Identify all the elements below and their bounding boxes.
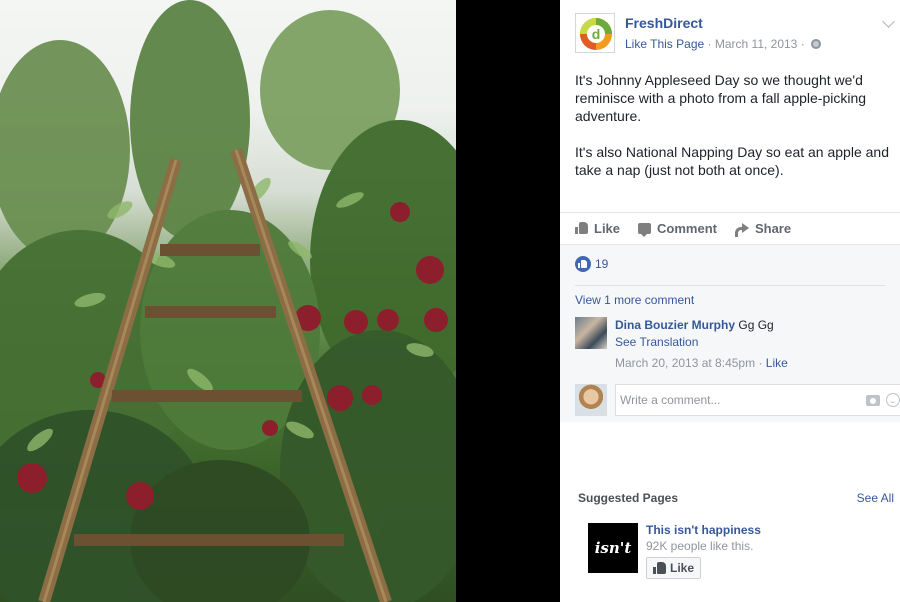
thumbs-up-icon <box>575 222 588 234</box>
emoji-icon[interactable] <box>886 393 900 407</box>
comment-input[interactable] <box>616 385 846 415</box>
comment-text: Gg Gg <box>738 318 774 332</box>
suggested-page-likes: 92K people like this. <box>646 539 754 553</box>
globe-icon <box>811 39 822 49</box>
share-icon <box>734 222 749 237</box>
post-actions: Like Comment Share <box>575 219 791 237</box>
comment-meta: March 20, 2013 at 8:45pm · Like <box>615 355 895 372</box>
meta-separator: · <box>707 37 712 51</box>
post-panel: d FreshDirect Like This Page · March 11,… <box>560 0 900 602</box>
meta-separator: · <box>800 37 805 51</box>
divider <box>575 285 885 286</box>
like-reaction-icon <box>575 256 591 272</box>
post-header: d FreshDirect Like This Page · March 11,… <box>575 13 895 57</box>
suggested-like-label: Like <box>670 561 695 575</box>
apple-orchard-ladder-image <box>0 0 456 602</box>
chevron-down-icon[interactable] <box>882 15 895 28</box>
like-button[interactable]: Like <box>575 219 620 237</box>
page-avatar[interactable]: d <box>575 13 615 53</box>
write-comment-box <box>615 384 900 416</box>
commenter-name[interactable]: Dina Bouzier Murphy <box>615 318 735 332</box>
comment-label: Comment <box>657 220 717 236</box>
suggested-header: Suggested Pages See All <box>578 491 894 505</box>
svg-text:d: d <box>592 26 601 42</box>
suggested-page-item: isn't This isn't happiness 92K people li… <box>578 523 894 583</box>
meta-separator: · <box>758 356 763 370</box>
suggested-page-name[interactable]: This isn't happiness <box>646 523 761 537</box>
see-translation-link[interactable]: See Translation <box>615 334 895 351</box>
post-photo[interactable] <box>0 0 456 602</box>
feedback-section: 19 View 1 more comment Dina Bouzier Murp… <box>560 244 900 422</box>
like-label: Like <box>594 220 621 236</box>
comment-timestamp[interactable]: March 20, 2013 at 8:45pm <box>615 356 755 370</box>
suggested-title: Suggested Pages <box>578 491 679 505</box>
reaction-count[interactable]: 19 <box>595 257 608 271</box>
suggested-page-info: This isn't happiness 92K people like thi… <box>646 523 761 579</box>
like-this-page-link[interactable]: Like This Page <box>625 37 704 51</box>
suggested-page-logo[interactable]: isn't <box>588 523 638 573</box>
share-button[interactable]: Share <box>734 219 792 237</box>
commenter-avatar[interactable] <box>575 317 607 349</box>
thumbs-up-icon <box>653 562 666 574</box>
view-more-comments-link[interactable]: View 1 more comment <box>575 293 694 307</box>
comment-body: Dina Bouzier Murphy Gg Gg See Translatio… <box>615 317 895 372</box>
post-paragraph: It's Johnny Appleseed Day so we thought … <box>575 72 867 124</box>
camera-icon[interactable] <box>866 395 880 406</box>
comment-button[interactable]: Comment <box>638 219 717 237</box>
comment-like-link[interactable]: Like <box>766 356 788 370</box>
comment: Dina Bouzier Murphy Gg Gg See Translatio… <box>575 317 895 373</box>
post-text: It's Johnny Appleseed Day so we thought … <box>575 71 893 197</box>
post-meta: Like This Page · March 11, 2013 · <box>625 37 822 51</box>
write-comment-row <box>575 384 900 416</box>
freshdirect-logo-icon: d <box>580 18 612 50</box>
photo-viewer <box>0 0 560 602</box>
post-date[interactable]: March 11, 2013 <box>715 37 798 51</box>
suggested-like-button[interactable]: Like <box>646 557 702 579</box>
see-all-link[interactable]: See All <box>857 491 894 505</box>
share-label: Share <box>754 220 792 236</box>
page-name[interactable]: FreshDirect <box>625 15 703 31</box>
post-paragraph: It's also National Napping Day so eat an… <box>575 144 889 178</box>
divider <box>560 212 900 213</box>
reactions-summary[interactable]: 19 <box>575 256 608 272</box>
user-avatar <box>575 384 607 416</box>
comment-icon <box>638 222 652 237</box>
suggested-pages: Suggested Pages See All isn't This isn't… <box>578 491 894 583</box>
